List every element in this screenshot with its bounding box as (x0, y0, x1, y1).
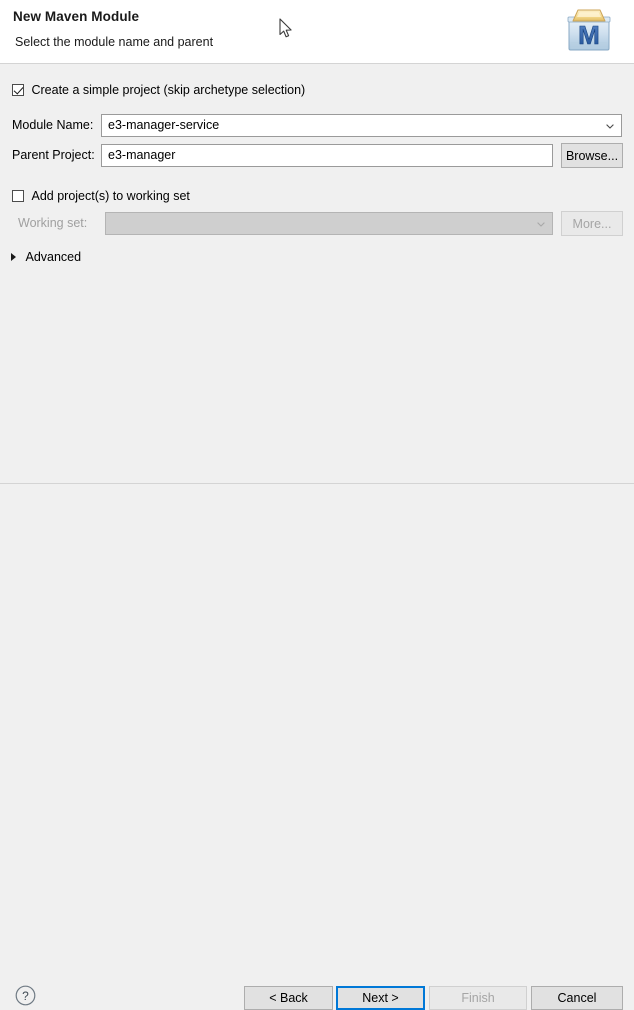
chevron-down-icon[interactable] (606, 124, 613, 128)
add-to-working-set-checkbox-row[interactable]: Add project(s) to working set (12, 188, 190, 203)
svg-text:M: M (578, 20, 600, 50)
module-name-combo[interactable]: e3-manager-service (101, 114, 622, 137)
dialog-body: Create a simple project (skip archetype … (0, 64, 634, 483)
parent-project-label: Parent Project: (12, 148, 95, 162)
browse-button[interactable]: Browse... (561, 143, 623, 168)
finish-button[interactable]: Finish (429, 986, 527, 1010)
simple-project-checkbox[interactable] (12, 84, 24, 96)
cancel-button[interactable]: Cancel (531, 986, 623, 1010)
next-button[interactable]: Next > (336, 986, 425, 1010)
new-maven-module-dialog: New Maven Module Select the module name … (0, 0, 634, 543)
working-set-combo[interactable] (105, 212, 553, 235)
add-to-working-set-checkbox[interactable] (12, 190, 24, 202)
advanced-label: Advanced (25, 250, 81, 264)
more-button[interactable]: More... (561, 211, 623, 236)
dialog-header: New Maven Module Select the module name … (0, 0, 634, 64)
maven-module-icon: M (563, 6, 615, 56)
simple-project-checkbox-row[interactable]: Create a simple project (skip archetype … (12, 82, 305, 97)
advanced-expander[interactable]: Advanced (11, 249, 81, 265)
dialog-footer: ? < Back Next > Finish Cancel (0, 484, 634, 543)
back-button[interactable]: < Back (244, 986, 333, 1010)
svg-text:?: ? (22, 989, 29, 1003)
working-set-label: Working set: (18, 216, 87, 230)
module-name-label: Module Name: (12, 118, 93, 132)
page-title: New Maven Module (13, 9, 139, 24)
page-subtitle: Select the module name and parent (15, 35, 213, 49)
module-name-value: e3-manager-service (108, 118, 219, 132)
parent-project-input[interactable]: e3-manager (101, 144, 553, 167)
triangle-right-icon[interactable] (11, 253, 16, 261)
simple-project-label: Create a simple project (skip archetype … (31, 83, 305, 97)
chevron-down-icon[interactable] (537, 222, 544, 226)
add-to-working-set-label: Add project(s) to working set (31, 189, 189, 203)
help-question-icon[interactable]: ? (15, 985, 36, 1006)
parent-project-value: e3-manager (108, 148, 175, 162)
